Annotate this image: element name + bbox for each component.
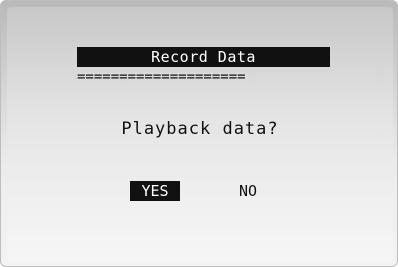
title-divider: ==================== [77,69,246,85]
prompt-text: Playback data? [121,119,279,139]
no-option[interactable]: NO [231,181,265,201]
yes-option[interactable]: YES [130,181,180,201]
title-bar: Record Data [77,47,330,67]
device-bezel: Record Data ==================== Playbac… [0,0,398,267]
screen-title: Record Data [151,48,256,66]
